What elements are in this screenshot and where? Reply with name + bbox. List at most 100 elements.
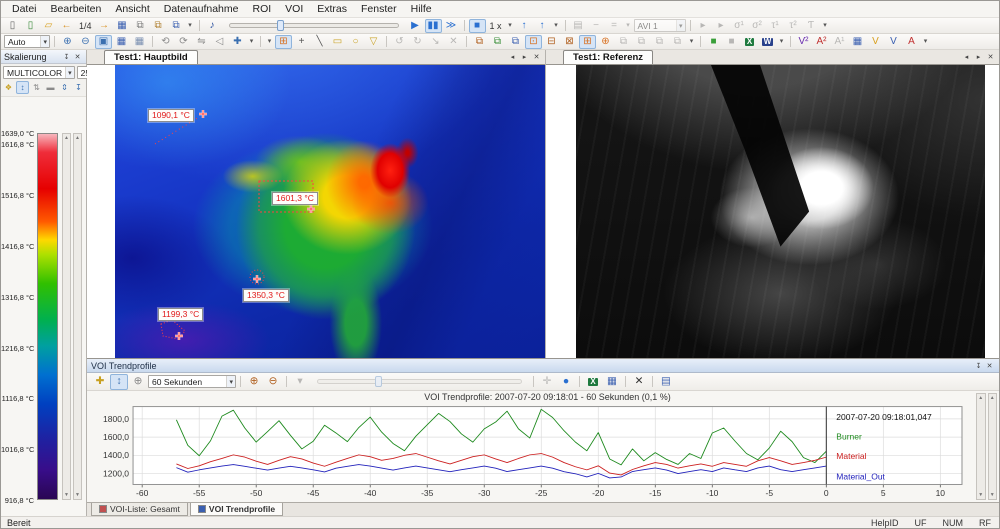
open-image-icon[interactable]: ▯ [22, 19, 39, 33]
voi-v2-icon[interactable]: V² [795, 35, 812, 49]
show-legend-icon[interactable]: ● [557, 374, 575, 390]
roi-group1-icon[interactable]: ⧉ [615, 35, 632, 49]
close-icon[interactable]: ✕ [985, 52, 996, 63]
new-document-icon[interactable]: ▯ [4, 19, 21, 33]
draw-point-icon[interactable]: + [293, 35, 310, 49]
arrow-up-icon[interactable]: ▲ [64, 135, 69, 141]
jump-up-icon[interactable]: ↑ [534, 19, 551, 33]
menu-item-ansicht[interactable]: Ansicht [108, 2, 156, 16]
paste-roi-icon[interactable]: ⧉ [489, 35, 506, 49]
autoscale-icon[interactable]: ↕ [16, 81, 29, 94]
tab-hauptbild[interactable]: Test1: Hauptbild [104, 50, 198, 64]
roi-group2-icon[interactable]: ⧉ [633, 35, 650, 49]
close-icon[interactable]: ✕ [531, 52, 542, 63]
prev-frame-icon[interactable]: ← [58, 19, 75, 33]
add-roi-icon[interactable]: ⊞ [275, 35, 292, 49]
voi-up-icon[interactable]: V [885, 35, 902, 49]
roi-new-icon[interactable]: ⊕ [597, 35, 614, 49]
open-folder-icon[interactable]: ▱ [40, 19, 57, 33]
menu-item-roi[interactable]: ROI [245, 2, 278, 16]
stat-sigma2-icon[interactable]: σ² [749, 19, 766, 33]
fast-forward-icon[interactable]: ≫ [443, 19, 460, 33]
draw-rectangle-icon[interactable]: ▭ [329, 35, 346, 49]
tab-next-icon[interactable]: ▸ [519, 52, 530, 63]
voi-dropdown-icon[interactable]: ▾ [921, 35, 930, 49]
stat-sigma1-icon[interactable]: σ¹ [731, 19, 748, 33]
menu-item-hilfe[interactable]: Hilfe [404, 2, 439, 16]
pan-chart-icon[interactable]: ✚ [91, 374, 109, 390]
auto-scale-combo[interactable]: Auto▾ [4, 35, 50, 48]
roi-apply-icon[interactable]: ⊞ [579, 35, 596, 49]
flip-horizontal-icon[interactable]: ⇋ [193, 35, 210, 49]
clear-trend-icon[interactable]: ✕ [630, 374, 648, 390]
arrow-down-icon[interactable]: ▼ [978, 492, 983, 498]
slider-thumb[interactable] [277, 20, 284, 31]
next-frame-icon[interactable]: → [96, 19, 113, 33]
reference-icon[interactable]: = [606, 19, 623, 33]
stat-tau2-icon[interactable]: τ² [785, 19, 802, 33]
full-size-icon[interactable]: ▦ [113, 35, 130, 49]
menu-item-bearbeiten[interactable]: Bearbeiten [44, 2, 109, 16]
interval-combo[interactable]: 60 Sekunden▾ [148, 375, 236, 388]
arrow-down-icon[interactable]: ▼ [64, 492, 69, 498]
manual-scale-icon[interactable]: ⇅ [30, 81, 43, 94]
avi-combo[interactable]: AVI 1▾ [634, 19, 686, 32]
avi-play-icon[interactable]: ▸ [695, 19, 712, 33]
voi-profile-icon[interactable]: ▦ [849, 35, 866, 49]
link-images-icon[interactable]: ▤ [570, 19, 587, 33]
fixed-range-icon[interactable]: ▬ [44, 81, 57, 94]
menu-item-extras[interactable]: Extras [310, 2, 354, 16]
roi-group3-icon[interactable]: ⧉ [651, 35, 668, 49]
trend-table-icon[interactable]: ▦ [603, 374, 621, 390]
crosshair-marker[interactable] [175, 332, 183, 340]
roi-out-icon[interactable]: ⊟ [543, 35, 560, 49]
play-icon[interactable]: ▶ [407, 19, 424, 33]
temperature-annotation[interactable]: 1350,3 °C [243, 289, 289, 302]
voi-a1-icon[interactable]: A¹ [831, 35, 848, 49]
file-dropdown-icon[interactable]: ▾ [186, 19, 195, 33]
position-slider[interactable] [229, 23, 399, 28]
export-image-icon[interactable]: ⧉ [150, 19, 167, 33]
color-green-icon[interactable]: ■ [705, 35, 722, 49]
rotate-right-icon[interactable]: ⟳ [175, 35, 192, 49]
cursor-marker-icon[interactable]: ▾ [291, 374, 309, 390]
arrow-up-icon[interactable]: ▲ [990, 395, 995, 401]
half-size-icon[interactable]: ▦ [131, 35, 148, 49]
palette-combo[interactable]: MULTICOLOR▾ [3, 66, 75, 79]
duplicate-roi-icon[interactable]: ⧉ [507, 35, 524, 49]
chart-zoom-icon[interactable]: ⊕ [129, 374, 147, 390]
roi-in-icon[interactable]: ⊡ [525, 35, 542, 49]
close-icon[interactable]: ✕ [984, 360, 995, 371]
stat-dropdown-icon[interactable]: ▾ [821, 19, 830, 33]
menu-item-datenaufnahme[interactable]: Datenaufnahme [157, 2, 246, 16]
crosshair-marker[interactable] [199, 110, 207, 118]
pause-icon[interactable]: ▮▮ [425, 19, 442, 33]
rotate-left-icon[interactable]: ⟲ [157, 35, 174, 49]
tab-prev-icon[interactable]: ◂ [961, 52, 972, 63]
scale-max-scrollbar[interactable]: ▲▼ [62, 133, 71, 500]
save-icon[interactable]: ▦ [114, 19, 131, 33]
arrow-down-icon[interactable]: ▼ [990, 492, 995, 498]
arrow-down-icon[interactable]: ▼ [75, 492, 80, 498]
slider-thumb[interactable] [375, 376, 382, 387]
fit-window-icon[interactable]: ▣ [95, 35, 112, 49]
stat-t-icon[interactable]: Ƭ [803, 19, 820, 33]
resize-roi-icon[interactable]: ↘ [427, 35, 444, 49]
export-trend-excel-icon[interactable]: X [584, 374, 602, 390]
temperature-annotation[interactable]: 1199,3 °C [158, 308, 203, 321]
trend-tab-voi-trendprofile[interactable]: VOI Trendprofile [190, 503, 283, 516]
pin-icon[interactable]: ↧ [61, 51, 72, 62]
speed-dropdown-icon[interactable]: ▾ [506, 19, 515, 33]
roi-invert-icon[interactable]: ⊠ [561, 35, 578, 49]
draw-line-icon[interactable]: ╲ [311, 35, 328, 49]
menu-item-datei[interactable]: Datei [5, 2, 44, 16]
colorbar[interactable] [37, 133, 58, 500]
redo-roi-icon[interactable]: ↻ [409, 35, 426, 49]
thermal-image[interactable]: 1090,1 °C1601,3 °C1350,3 °C1199,3 °C [115, 65, 545, 358]
draw-polygon-icon[interactable]: ▽ [365, 35, 382, 49]
pin-icon[interactable]: ↧ [973, 360, 984, 371]
time-slider[interactable] [317, 379, 522, 384]
subtract-dropdown-icon[interactable]: ▾ [624, 19, 633, 33]
tab-referenz[interactable]: Test1: Referenz [563, 50, 653, 64]
trend-tab-voi-liste-gesamt[interactable]: VOI-Liste: Gesamt [91, 503, 188, 516]
